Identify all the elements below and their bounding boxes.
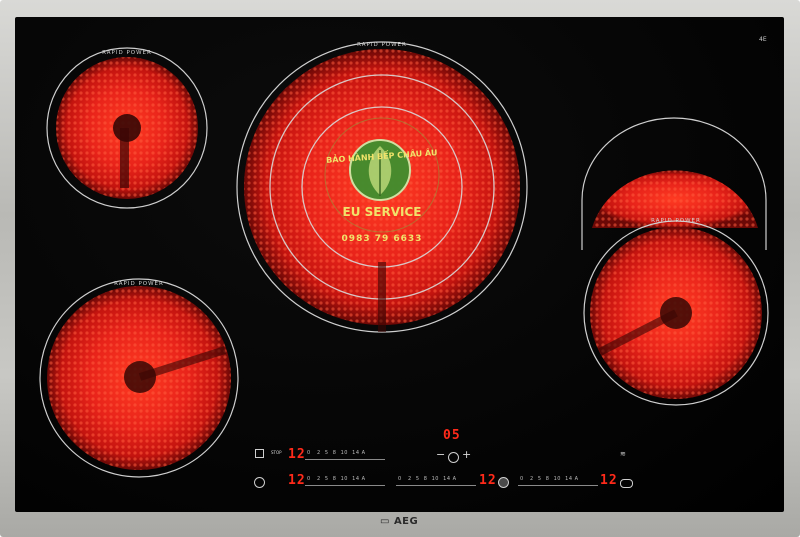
zone-level-display: 12 [479, 473, 497, 488]
zone-label: RAPID POWER [357, 42, 407, 48]
center-zone-ring-icon[interactable] [498, 477, 509, 488]
watermark-phone: 0983 79 6633 [342, 234, 423, 244]
zone-level-display: 12 [600, 473, 618, 488]
power-scale[interactable]: 0 2 5 8 10 14 A [398, 476, 457, 482]
zone-top-left: RAPID POWER [46, 47, 208, 209]
power-scale[interactable]: 0 2 5 8 10 14 A [307, 450, 366, 456]
timer-icon[interactable] [448, 452, 459, 463]
timer-plus-button[interactable]: + [462, 449, 471, 460]
aeg-logo: ▭ AEG [380, 516, 419, 527]
power-button-icon[interactable] [254, 477, 265, 488]
zone-right-oval: RAPID POWER [581, 117, 769, 406]
stop-label[interactable]: STOP [271, 450, 282, 455]
power-slider-bottom-left[interactable] [305, 485, 385, 486]
timer-display: 05 [443, 428, 461, 443]
power-slider-top-left[interactable] [305, 459, 385, 460]
oval-zone-icon[interactable] [620, 479, 633, 488]
lock-icon[interactable] [255, 449, 264, 458]
corner-mark: 4E [759, 36, 767, 43]
power-scale[interactable]: 0 2 5 8 10 14 A [520, 476, 579, 482]
power-scale[interactable]: 0 2 5 8 10 14 A [307, 476, 366, 482]
cooking-zones: RAPID POWER RAPID POWER RAPID POWER RAPI… [39, 41, 769, 478]
power-slider-right[interactable] [518, 485, 598, 486]
watermark-service: EU SERVICE [343, 205, 422, 219]
zone-label: RAPID POWER [102, 50, 152, 56]
timer-minus-button[interactable]: − [436, 449, 445, 460]
power-slider-center[interactable] [396, 485, 476, 486]
zone-label: RAPID POWER [114, 281, 164, 287]
zone-level-display: 12 [288, 447, 306, 462]
zone-label: RAPID POWER [651, 218, 701, 224]
brand-name: AEG [393, 516, 419, 527]
zone-level-display: 12 [288, 473, 306, 488]
heat-indicator-icon: ≋ [620, 450, 626, 458]
zone-bottom-left: RAPID POWER [39, 278, 239, 478]
